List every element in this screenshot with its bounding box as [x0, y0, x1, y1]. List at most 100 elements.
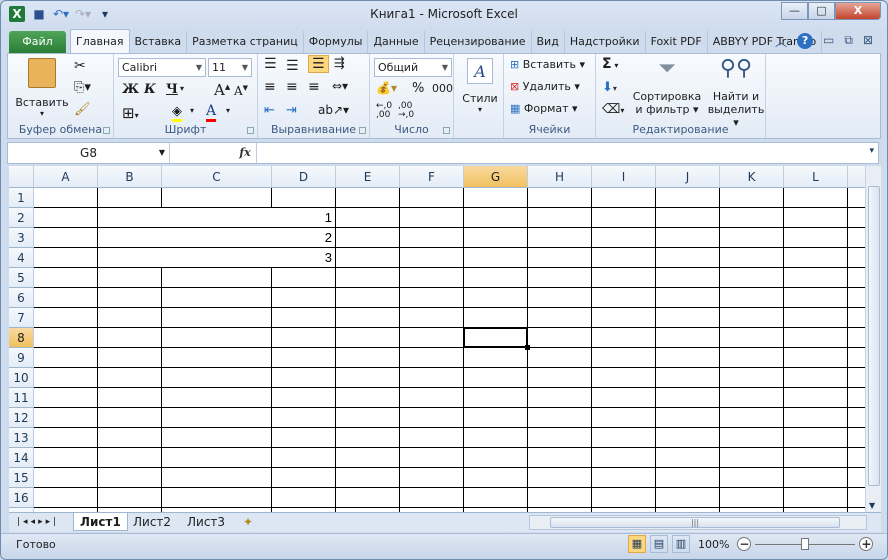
shrink-font-icon[interactable]: A▼	[234, 84, 248, 98]
cell-H13[interactable]	[528, 428, 592, 448]
cell-I14[interactable]	[592, 448, 656, 468]
collapse-ribbon-icon[interactable]: ︿	[775, 33, 787, 50]
cell-E16[interactable]	[336, 488, 400, 508]
cell-L5[interactable]	[784, 268, 848, 288]
cell-H5[interactable]	[528, 268, 592, 288]
row-header-16[interactable]: 16	[9, 488, 34, 508]
row-header-10[interactable]: 10	[9, 368, 34, 388]
font-size-combo[interactable]: 11 ▼	[208, 58, 252, 77]
cell-J9[interactable]	[656, 348, 720, 368]
font-name-combo[interactable]: Calibri ▼	[118, 58, 206, 77]
borders-icon[interactable]: ⊞▾	[122, 104, 139, 122]
cell-E5[interactable]	[336, 268, 400, 288]
tab-page-layout[interactable]: Разметка страниц	[187, 31, 304, 53]
row-header-4[interactable]: 4	[9, 248, 34, 268]
cell-G14[interactable]	[464, 448, 528, 468]
cell-C5[interactable]	[162, 268, 272, 288]
cell-F4[interactable]	[400, 248, 464, 268]
cell-M4[interactable]	[848, 248, 865, 268]
cell-J16[interactable]	[656, 488, 720, 508]
cell-F15[interactable]	[400, 468, 464, 488]
cell-K1[interactable]	[720, 188, 784, 208]
cell-C6[interactable]	[162, 288, 272, 308]
cell-G12[interactable]	[464, 408, 528, 428]
cell-C16[interactable]	[162, 488, 272, 508]
cell-L1[interactable]	[784, 188, 848, 208]
cell-M1[interactable]	[848, 188, 865, 208]
tab-review[interactable]: Рецензирование	[425, 31, 532, 53]
cell-G3[interactable]	[464, 228, 528, 248]
cell-I11[interactable]	[592, 388, 656, 408]
launcher-icon[interactable]	[247, 127, 254, 134]
fill-color-icon[interactable]: ◈	[172, 104, 182, 122]
cell-G4[interactable]	[464, 248, 528, 268]
cell-A7[interactable]	[34, 308, 98, 328]
cell-L9[interactable]	[784, 348, 848, 368]
zoom-level[interactable]: 100%	[698, 538, 729, 551]
cell-F14[interactable]	[400, 448, 464, 468]
cell-I13[interactable]	[592, 428, 656, 448]
cell-B16[interactable]	[98, 488, 162, 508]
page-break-view-icon[interactable]: ▥	[672, 535, 690, 553]
cell-A8[interactable]	[34, 328, 98, 348]
row-header-8[interactable]: 8	[9, 328, 34, 348]
column-header-G[interactable]: G	[464, 166, 528, 188]
underline-dropdown[interactable]: ▾	[180, 84, 184, 93]
cell-F6[interactable]	[400, 288, 464, 308]
row-header-14[interactable]: 14	[9, 448, 34, 468]
cell-B2[interactable]: 1	[98, 208, 336, 228]
delete-cells-button[interactable]: ⊠ Удалить ▾	[510, 80, 580, 93]
cell-F11[interactable]	[400, 388, 464, 408]
cell-C1[interactable]	[162, 188, 272, 208]
cell-F3[interactable]	[400, 228, 464, 248]
cell-D6[interactable]	[272, 288, 336, 308]
row-header-7[interactable]: 7	[9, 308, 34, 328]
cell-E8[interactable]	[336, 328, 400, 348]
cell-B3[interactable]: 2	[98, 228, 336, 248]
cell-K8[interactable]	[720, 328, 784, 348]
cell-I8[interactable]	[592, 328, 656, 348]
cell-G10[interactable]	[464, 368, 528, 388]
cell-H4[interactable]	[528, 248, 592, 268]
cell-G11[interactable]	[464, 388, 528, 408]
cell-M15[interactable]	[848, 468, 865, 488]
fill-icon[interactable]: ⬇▾	[602, 80, 617, 95]
cell-J14[interactable]	[656, 448, 720, 468]
cell-M13[interactable]	[848, 428, 865, 448]
align-top-icon[interactable]: ☰	[264, 56, 277, 72]
column-header-H[interactable]: H	[528, 166, 592, 188]
spreadsheet-grid[interactable]: ABCDEFGHIJKL1213243567891011121314151617	[9, 166, 865, 512]
cell-C8[interactable]	[162, 328, 272, 348]
cell-K12[interactable]	[720, 408, 784, 428]
cell-H3[interactable]	[528, 228, 592, 248]
cell-J1[interactable]	[656, 188, 720, 208]
cell-J8[interactable]	[656, 328, 720, 348]
align-bottom-icon[interactable]: ☰	[308, 55, 329, 73]
cell-F16[interactable]	[400, 488, 464, 508]
cell-B9[interactable]	[98, 348, 162, 368]
sheet-tab-2[interactable]: Лист2	[127, 513, 177, 531]
cell-K16[interactable]	[720, 488, 784, 508]
row-header-6[interactable]: 6	[9, 288, 34, 308]
align-center-icon[interactable]: ≡	[286, 79, 298, 95]
cell-I15[interactable]	[592, 468, 656, 488]
cell-L12[interactable]	[784, 408, 848, 428]
cell-G2[interactable]	[464, 208, 528, 228]
cell-K6[interactable]	[720, 288, 784, 308]
cell-K10[interactable]	[720, 368, 784, 388]
cell-H14[interactable]	[528, 448, 592, 468]
cell-B6[interactable]	[98, 288, 162, 308]
format-painter-icon[interactable]: 🖌	[74, 102, 91, 117]
cell-H7[interactable]	[528, 308, 592, 328]
row-header-15[interactable]: 15	[9, 468, 34, 488]
cell-H6[interactable]	[528, 288, 592, 308]
cell-K2[interactable]	[720, 208, 784, 228]
cell-K4[interactable]	[720, 248, 784, 268]
cell-M2[interactable]	[848, 208, 865, 228]
doc-minimize-icon[interactable]: ▭	[823, 33, 834, 50]
launcher-icon[interactable]	[359, 127, 366, 134]
launcher-icon[interactable]	[103, 127, 110, 134]
cell-F7[interactable]	[400, 308, 464, 328]
cell-L4[interactable]	[784, 248, 848, 268]
tab-foxit[interactable]: Foxit PDF	[646, 31, 708, 53]
